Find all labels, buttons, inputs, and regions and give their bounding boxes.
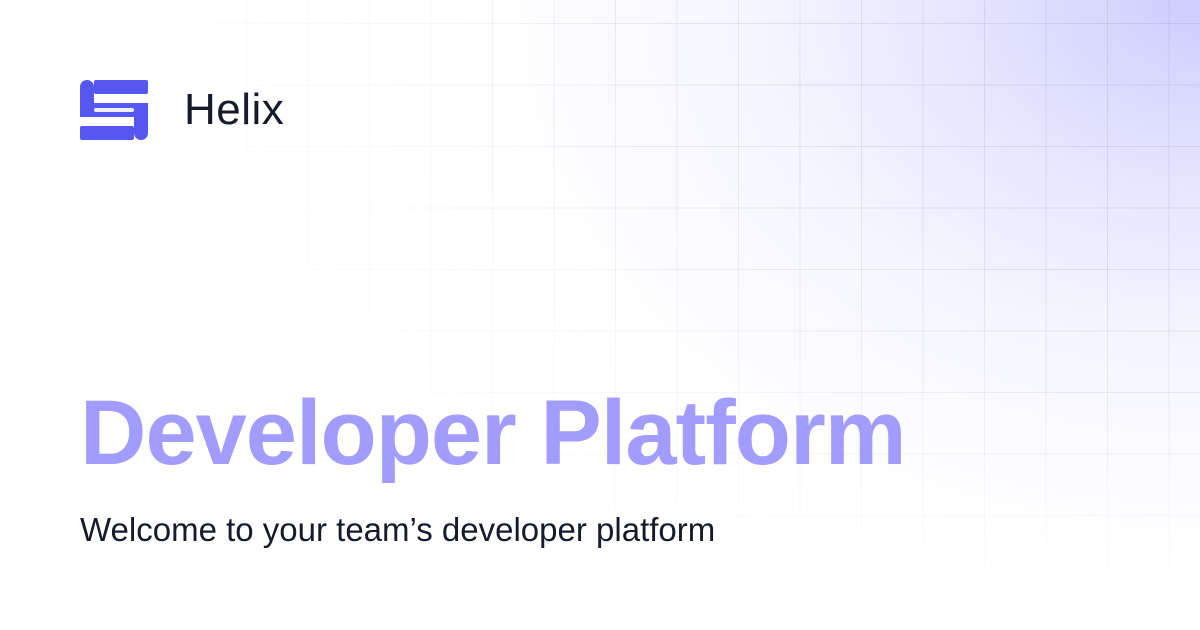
social-card: Helix Developer Platform Welcome to your… xyxy=(0,0,1200,630)
helix-s-logo-icon xyxy=(80,80,148,140)
background-fade xyxy=(0,480,1200,630)
page-title: Developer Platform xyxy=(80,382,907,484)
brand-header: Helix xyxy=(80,80,284,140)
page-subtitle: Welcome to your team’s developer platfor… xyxy=(80,511,716,548)
brand-name: Helix xyxy=(184,85,285,134)
